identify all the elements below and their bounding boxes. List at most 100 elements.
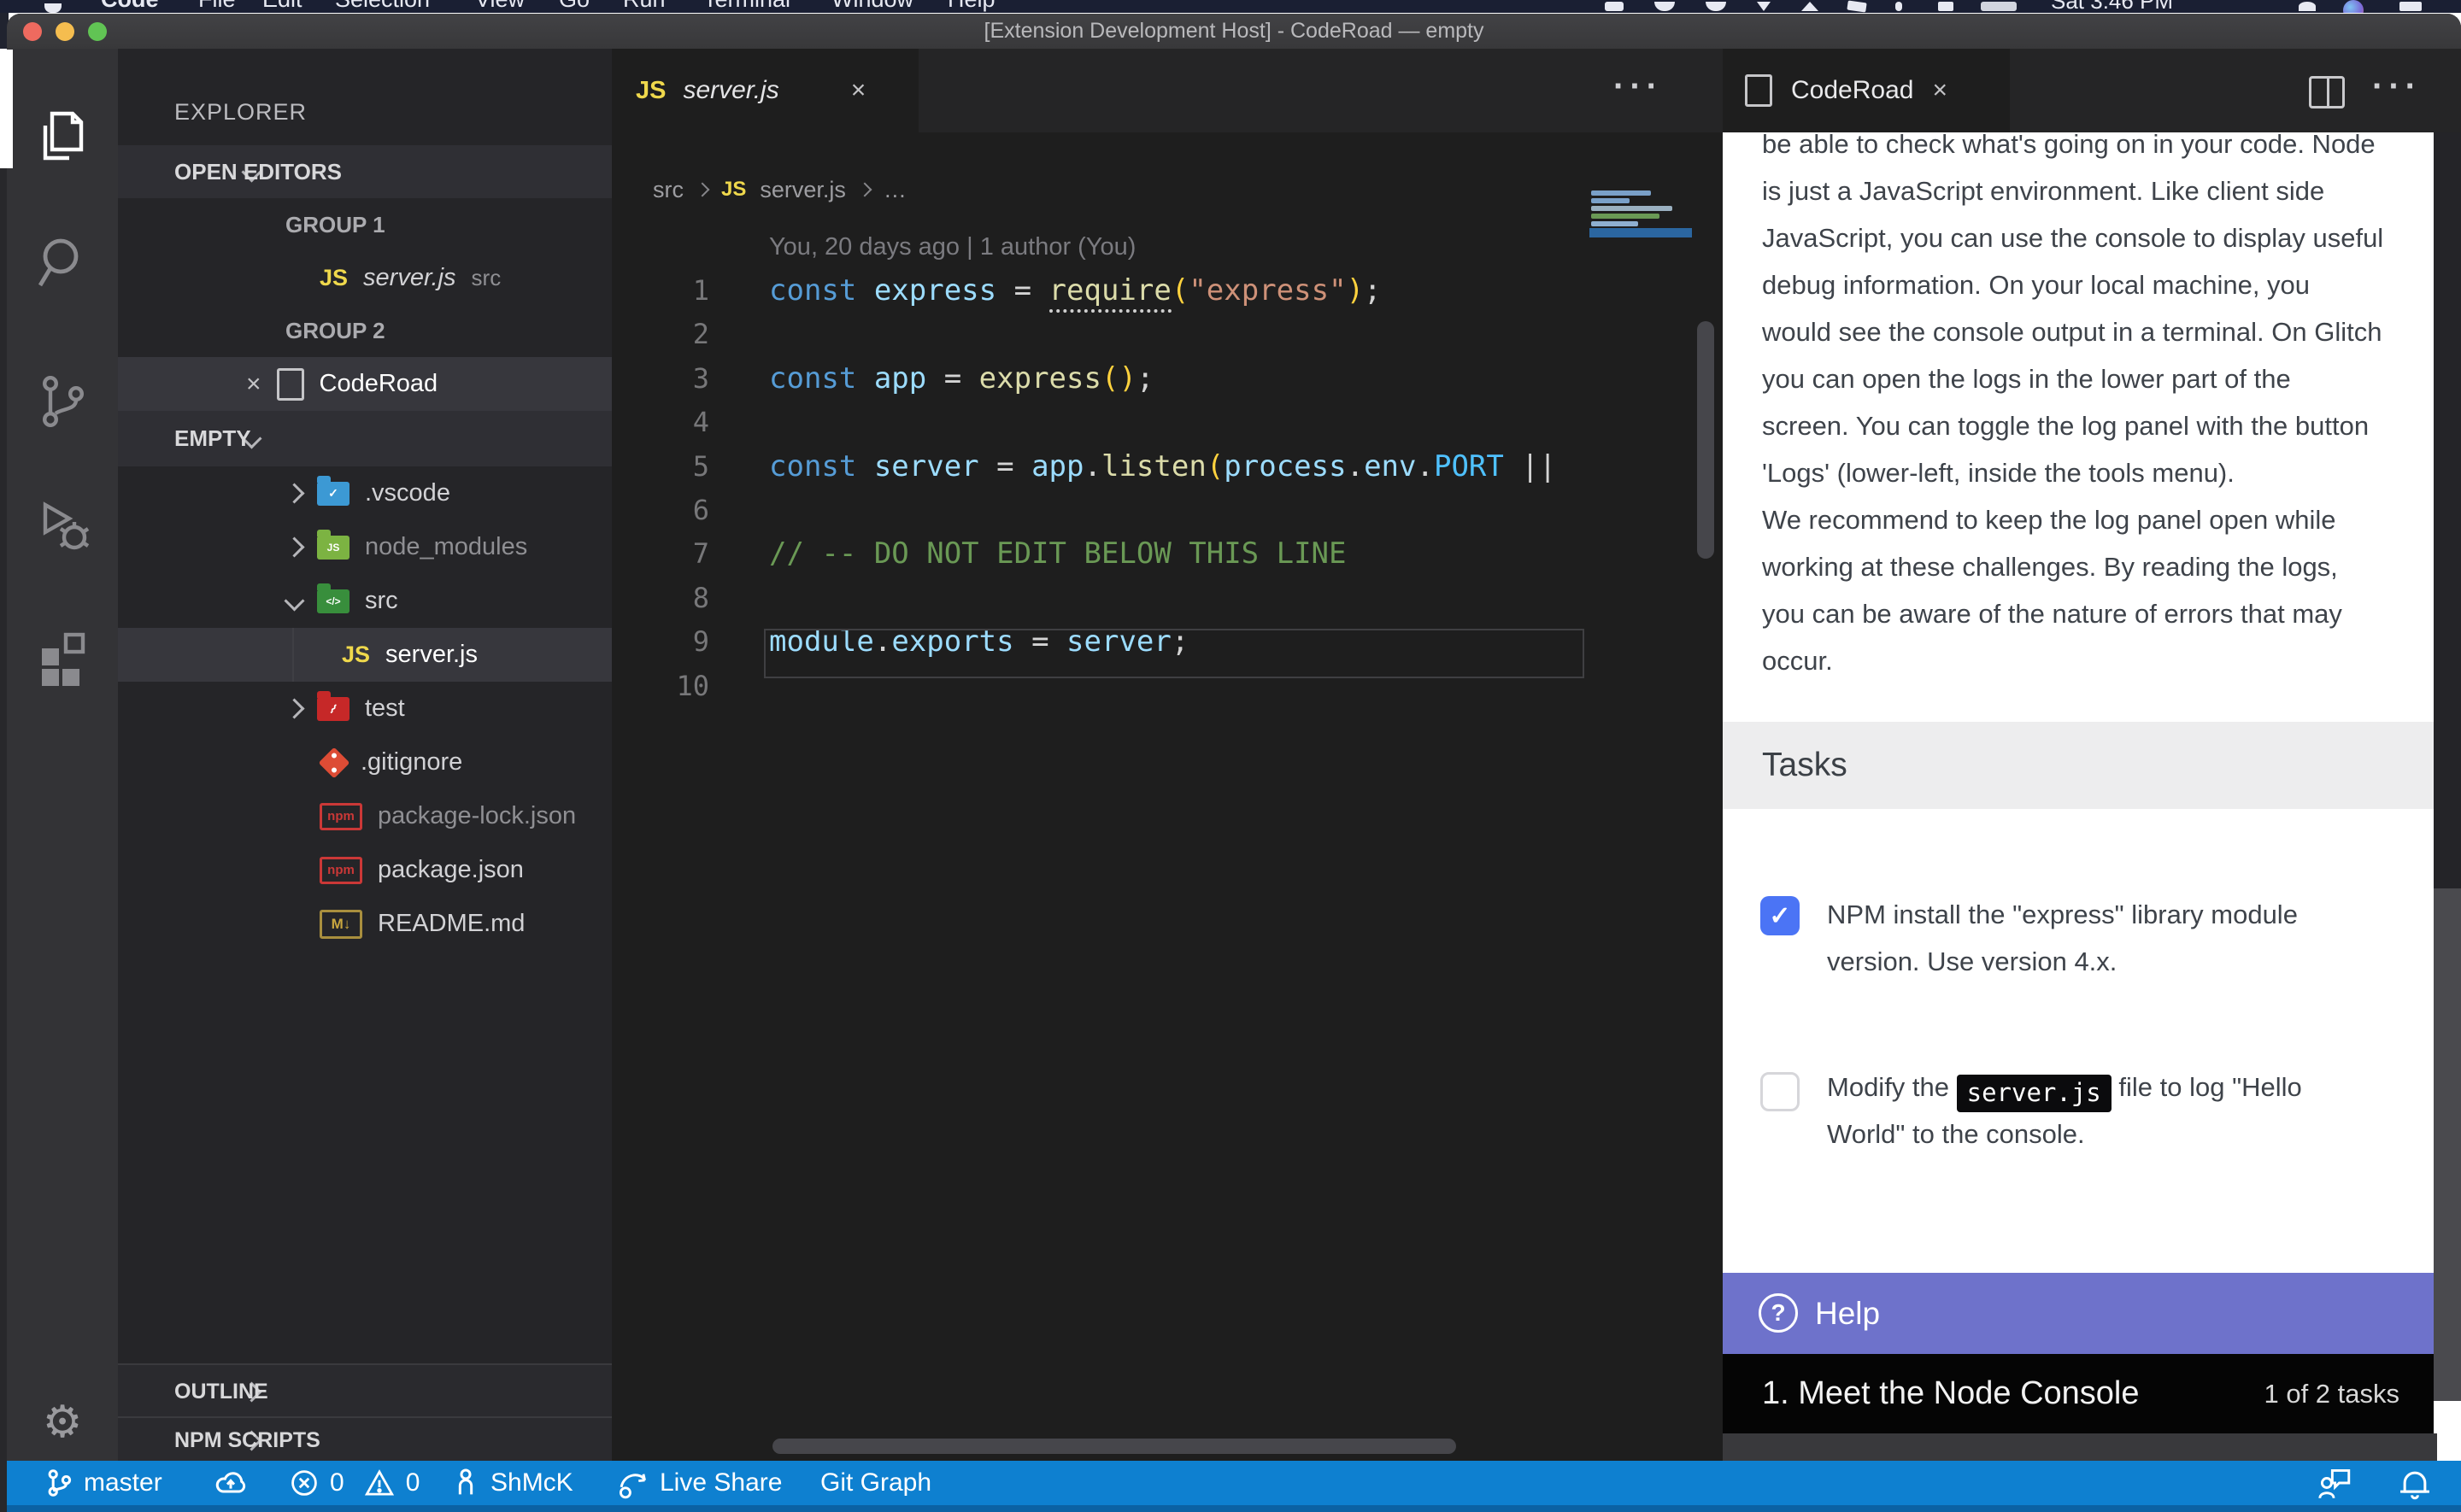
- tree-item-node-modules[interactable]: JS node_modules: [118, 520, 612, 574]
- pencil-status-icon[interactable]: [1847, 1, 1866, 13]
- workspace-section-header[interactable]: EMPTY: [118, 411, 612, 466]
- shield2-status-icon[interactable]: [1706, 2, 1726, 11]
- tab-coderoad[interactable]: CodeRoad ×: [1723, 49, 2010, 132]
- tab-serverjs[interactable]: JS server.js ×: [612, 49, 919, 132]
- tab-label: CodeRoad: [1791, 76, 1913, 105]
- cursor-status-icon[interactable]: [1757, 2, 1771, 11]
- menu-item-edit[interactable]: Edit: [262, 0, 302, 12]
- tree-item-vscode[interactable]: ✓ .vscode: [118, 466, 612, 520]
- code-line-5[interactable]: const server = app.listen(process.env.PO…: [769, 444, 1586, 489]
- webview-scrollbar-thumb[interactable]: [2434, 132, 2461, 888]
- tree-item-src[interactable]: </> src: [118, 574, 612, 628]
- menu-item-view[interactable]: View: [475, 0, 525, 12]
- run-debug-activity-icon[interactable]: [7, 495, 118, 556]
- phone-status-icon[interactable]: [1605, 2, 1624, 11]
- warnings-icon: [363, 1468, 396, 1498]
- lesson-text-line: working at these challenges. By reading …: [1762, 543, 2446, 590]
- breadcrumb-root[interactable]: src: [653, 177, 684, 203]
- apple-menu-icon[interactable]: [44, 3, 62, 13]
- open-editor-serverjs[interactable]: JS server.js src: [118, 251, 612, 304]
- menu-item-window[interactable]: Window: [831, 0, 913, 12]
- close-icon[interactable]: ×: [246, 370, 261, 399]
- task2-checkbox[interactable]: [1760, 1072, 1800, 1111]
- outline-section-header[interactable]: OUTLINE: [118, 1363, 612, 1418]
- task1-checkbox[interactable]: ✓: [1760, 896, 1800, 935]
- desktop-sliver-white: [0, 49, 7, 168]
- npm-scripts-section-header[interactable]: NPM SCRIPTS: [118, 1416, 612, 1461]
- tree-item-readme[interactable]: M↓ README.md: [118, 897, 612, 951]
- code-line-1[interactable]: const express = require("express");: [769, 268, 1382, 313]
- split-editor-icon[interactable]: [2309, 76, 2345, 108]
- warning-count: 0: [406, 1468, 420, 1497]
- explorer-activity-icon[interactable]: [7, 108, 118, 170]
- siri-icon[interactable]: [2343, 0, 2364, 13]
- extensions-activity-icon[interactable]: [7, 628, 118, 689]
- tree-item-serverjs[interactable]: JS server.js: [118, 628, 612, 682]
- npm-icon: npm: [320, 803, 362, 830]
- spotlight-icon[interactable]: [2299, 2, 2316, 11]
- live-share-status-item[interactable]: Live Share: [615, 1461, 782, 1505]
- debug-icon: [35, 495, 90, 556]
- titlebar[interactable]: [Extension Development Host] - CodeRoad …: [7, 14, 2461, 49]
- account-status-item[interactable]: ShMcK: [451, 1461, 573, 1505]
- tree-item-package-lock[interactable]: npm package-lock.json: [118, 789, 612, 843]
- open-editor-coderoad[interactable]: × CodeRoad: [118, 357, 612, 411]
- search-activity-icon[interactable]: [7, 232, 118, 294]
- menu-item-help[interactable]: Help: [948, 0, 996, 12]
- menu-item-selection[interactable]: Selection: [335, 0, 430, 12]
- wifi-status-icon[interactable]: [1938, 2, 1953, 11]
- editor-actions-more-icon[interactable]: ···: [1613, 67, 1663, 106]
- tree-item-test[interactable]: ⌇ test: [118, 682, 612, 735]
- webview-scrollbar-track[interactable]: [2434, 888, 2461, 1401]
- errors-icon: [289, 1468, 320, 1498]
- close-tab-icon[interactable]: ×: [851, 76, 866, 105]
- feedback-status-item[interactable]: [2314, 1461, 2353, 1505]
- help-bar[interactable]: ? Help: [1723, 1273, 2434, 1354]
- open-editors-header[interactable]: OPEN EDITORS: [118, 145, 612, 198]
- cloud-upload-icon: [214, 1466, 248, 1500]
- person-icon: [451, 1466, 480, 1500]
- branch-status-item[interactable]: master: [44, 1461, 162, 1505]
- error-count: 0: [330, 1468, 344, 1497]
- shield-status-icon[interactable]: [1654, 2, 1675, 11]
- notifications-status-item[interactable]: [2396, 1461, 2434, 1505]
- help-question-icon: ?: [1759, 1293, 1798, 1333]
- code-line-3[interactable]: const app = express();: [769, 356, 1154, 401]
- markdown-icon: M↓: [320, 910, 362, 939]
- breadcrumb-file[interactable]: server.js: [760, 177, 846, 203]
- tree-item-gitignore[interactable]: .gitignore: [118, 735, 612, 789]
- editor-horizontal-scrollbar[interactable]: [772, 1439, 1456, 1454]
- editor-actions-more-icon[interactable]: ···: [2372, 67, 2422, 106]
- editor-vertical-scrollbar[interactable]: [1697, 321, 1714, 559]
- menu-item-run[interactable]: Run: [623, 0, 666, 12]
- code-line-7[interactable]: // -- DO NOT EDIT BELOW THIS LINE: [769, 531, 1347, 576]
- problems-status-item[interactable]: 0 0: [289, 1461, 420, 1505]
- minimap[interactable]: [1589, 184, 1700, 594]
- mic-status-icon[interactable]: [1895, 2, 1902, 11]
- menu-item-go[interactable]: Go: [559, 0, 590, 12]
- breadcrumb[interactable]: src JS server.js …: [653, 167, 907, 212]
- line-number: 2: [612, 312, 709, 356]
- breadcrumb-more[interactable]: …: [884, 177, 907, 203]
- battery-status-icon[interactable]: [1981, 2, 2017, 11]
- lesson-progress: 1 of 2 tasks: [2264, 1354, 2399, 1433]
- lesson-text-line: occur.: [1762, 637, 2446, 684]
- tree-item-package-json[interactable]: npm package.json: [118, 843, 612, 897]
- settings-activity-icon[interactable]: ⚙: [7, 1397, 118, 1448]
- menu-item-terminal[interactable]: Terminal: [703, 0, 790, 12]
- source-control-activity-icon[interactable]: [7, 372, 118, 433]
- sync-status-item[interactable]: [214, 1461, 248, 1505]
- menu-item-code[interactable]: Code: [101, 0, 159, 12]
- chevron-right-icon: [696, 183, 710, 197]
- sidebar-title: EXPLORER: [174, 85, 307, 138]
- lesson-text-line: would see the console output in a termin…: [1762, 308, 2446, 355]
- lesson-footer[interactable]: 1. Meet the Node Console 1 of 2 tasks: [1723, 1354, 2434, 1433]
- status-bar: master 0 0: [7, 1461, 2461, 1505]
- git-graph-status-item[interactable]: Git Graph: [820, 1461, 931, 1505]
- line-number: 9: [612, 619, 709, 664]
- menubar-clock[interactable]: Sat 3:46 PM: [2051, 0, 2173, 13]
- menu-item-file[interactable]: File: [198, 0, 236, 12]
- play-status-icon[interactable]: [1801, 2, 1818, 11]
- close-tab-icon[interactable]: ×: [1932, 76, 1947, 105]
- control-center-icon[interactable]: [2399, 2, 2422, 11]
